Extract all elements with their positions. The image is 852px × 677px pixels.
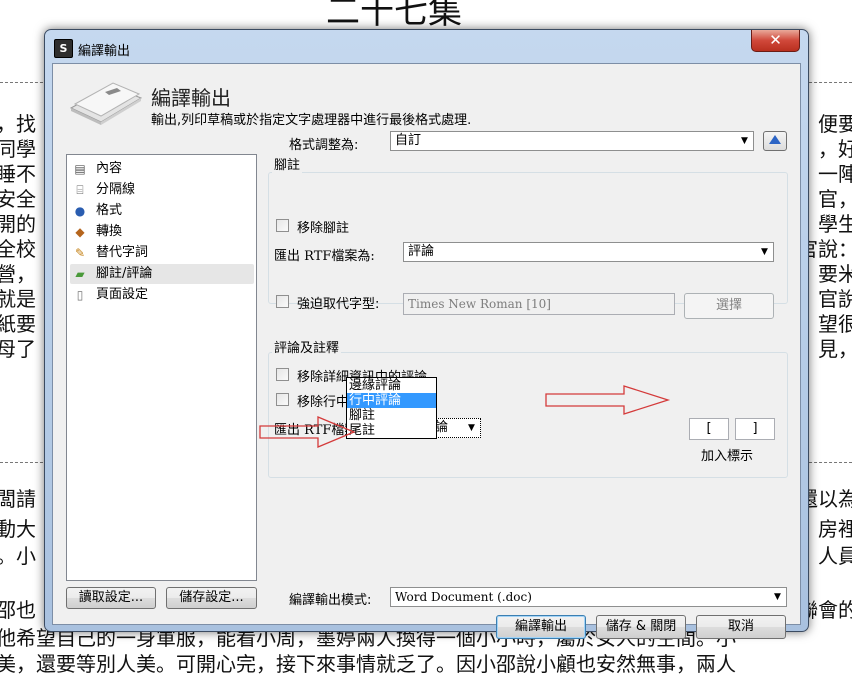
choose-font-button[interactable]: 選擇	[684, 293, 774, 319]
add-markers-label: 加入標示	[701, 449, 754, 464]
footnote-export-select[interactable]: 評論 ▼	[403, 242, 774, 262]
sidebar-item-label: 替代字詞	[96, 245, 149, 260]
dropdown-option[interactable]: 行中評論	[347, 393, 436, 408]
text-line: 動大	[0, 517, 36, 541]
chevron-down-icon: ▼	[741, 136, 748, 146]
cancel-button[interactable]: 取消	[696, 615, 786, 639]
document-icon: ▤	[74, 162, 86, 176]
footnote-comment-icon: ▰	[75, 267, 85, 281]
font-field[interactable]: Times New Roman [10]	[403, 293, 675, 315]
format-preset-select[interactable]: 自訂 ▼	[390, 131, 754, 151]
text-line: 邵也	[0, 598, 36, 622]
comments-group-title: 評論及註釋	[272, 337, 342, 356]
footnote-export-label: 匯出 RTF檔案為:	[274, 249, 375, 264]
sidebar-item-label: 內容	[96, 161, 123, 176]
separator-icon: ⌸	[76, 183, 84, 197]
page-setup-icon: ▯	[76, 288, 84, 302]
remove-inspector-comments-checkbox[interactable]	[276, 368, 289, 381]
text-line: 。小	[0, 544, 36, 568]
footnote-export-value: 評論	[408, 244, 435, 259]
open-marker-field[interactable]: [	[689, 418, 729, 440]
sidebar-item-label: 頁面設定	[96, 287, 149, 302]
force-font-label: 強迫取代字型:	[297, 297, 380, 312]
window-title: 編譯輸出	[78, 44, 131, 59]
convert-icon: ◆	[75, 225, 85, 239]
annotation-arrow-icon	[545, 385, 671, 415]
collapse-button[interactable]	[763, 131, 787, 151]
remove-footnotes-checkbox[interactable]	[276, 219, 289, 232]
compile-dialog: S 編譯輸出 ✕ 編譯輸出 輸出,列印草稿或於指定文字處理器中進行最後格式處理.…	[44, 29, 809, 639]
sidebar-item[interactable]: ● 格式	[70, 201, 254, 221]
sidebar-item-label: 格式	[96, 203, 123, 218]
compile-sections-list: ▤ 內容 ⌸ 分隔線 ● 格式 ◆ 轉換 ✎ 替代字詞 ▰ 腳註/評論 ▯ 頁面設定	[66, 154, 257, 581]
dropdown-option[interactable]: 尾註	[347, 423, 436, 438]
save-close-button[interactable]: 儲存 & 關閉	[596, 615, 686, 639]
compile-button[interactable]: 編譯輸出	[496, 615, 586, 639]
sidebar-item[interactable]: ✎ 替代字詞	[70, 243, 254, 263]
chevron-down-icon: ▼	[774, 592, 781, 602]
sidebar-item[interactable]: ◆ 轉換	[70, 222, 254, 242]
compile-mode-value: Word Document (.doc)	[395, 590, 532, 604]
dropdown-option[interactable]: 腳註	[347, 408, 436, 423]
dropdown-option[interactable]: 邊緣評論	[347, 378, 436, 393]
text-line: 人員	[818, 544, 852, 568]
save-settings-button[interactable]: 儲存設定...	[166, 587, 257, 609]
close-button[interactable]: ✕	[751, 30, 800, 52]
chevron-down-icon: ▼	[468, 423, 475, 433]
replace-words-icon: ✎	[74, 246, 86, 260]
header-subtitle: 輸出,列印草稿或於指定文字處理器中進行最後格式處理.	[151, 113, 472, 128]
remove-inline-annotations-checkbox[interactable]	[276, 393, 289, 406]
sidebar-item[interactable]: ▯ 頁面設定	[70, 285, 254, 305]
sidebar-item[interactable]: ▤ 內容	[70, 159, 254, 179]
format-preset-value: 自訂	[395, 133, 422, 148]
title-bar[interactable]: S 編譯輸出 ✕	[45, 30, 808, 62]
text-line: 闆請	[0, 487, 36, 511]
chevron-down-icon: ▼	[761, 247, 768, 257]
dialog-content: 編譯輸出 輸出,列印草稿或於指定文字處理器中進行最後格式處理. 格式調整為: 自…	[52, 63, 801, 639]
sidebar-item-label: 腳註/評論	[96, 266, 153, 281]
compile-mode-select[interactable]: Word Document (.doc) ▼	[390, 587, 787, 607]
remove-footnotes-label: 移除腳註	[297, 221, 350, 236]
text-line: 美，還要等別人美。可開心完，接下來事情就乏了。因小邵說小顧也安然無事，兩人	[0, 652, 736, 676]
sidebar-item-label: 轉換	[96, 224, 123, 239]
up-arrow-icon	[769, 135, 781, 144]
compile-mode-label: 編譯輸出模式:	[289, 593, 372, 608]
text-line: 見，	[818, 337, 852, 361]
footnotes-group-title: 腳註	[272, 154, 303, 173]
footnotes-group	[268, 172, 788, 304]
header-title: 編譯輸出	[151, 86, 231, 110]
sidebar-item[interactable]: ⌸ 分隔線	[70, 180, 254, 200]
compile-paper-stack-icon	[69, 82, 143, 125]
load-settings-button[interactable]: 讀取設定...	[66, 587, 156, 609]
close-marker-field[interactable]: ]	[735, 418, 775, 440]
scrivener-app-icon: S	[54, 39, 73, 58]
sidebar-item-label: 分隔線	[96, 182, 136, 197]
annotation-arrow-icon	[259, 416, 356, 448]
text-line: 房裡	[818, 517, 852, 541]
force-font-checkbox[interactable]	[276, 295, 289, 308]
comment-export-dropdown-list[interactable]: 邊緣評論 行中評論 腳註 尾註	[346, 377, 437, 439]
format-label: 格式調整為:	[289, 138, 359, 153]
sidebar-item[interactable]: ▰ 腳註/評論	[70, 264, 254, 284]
format-icon: ●	[74, 204, 86, 218]
text-line: 母了	[0, 337, 36, 361]
